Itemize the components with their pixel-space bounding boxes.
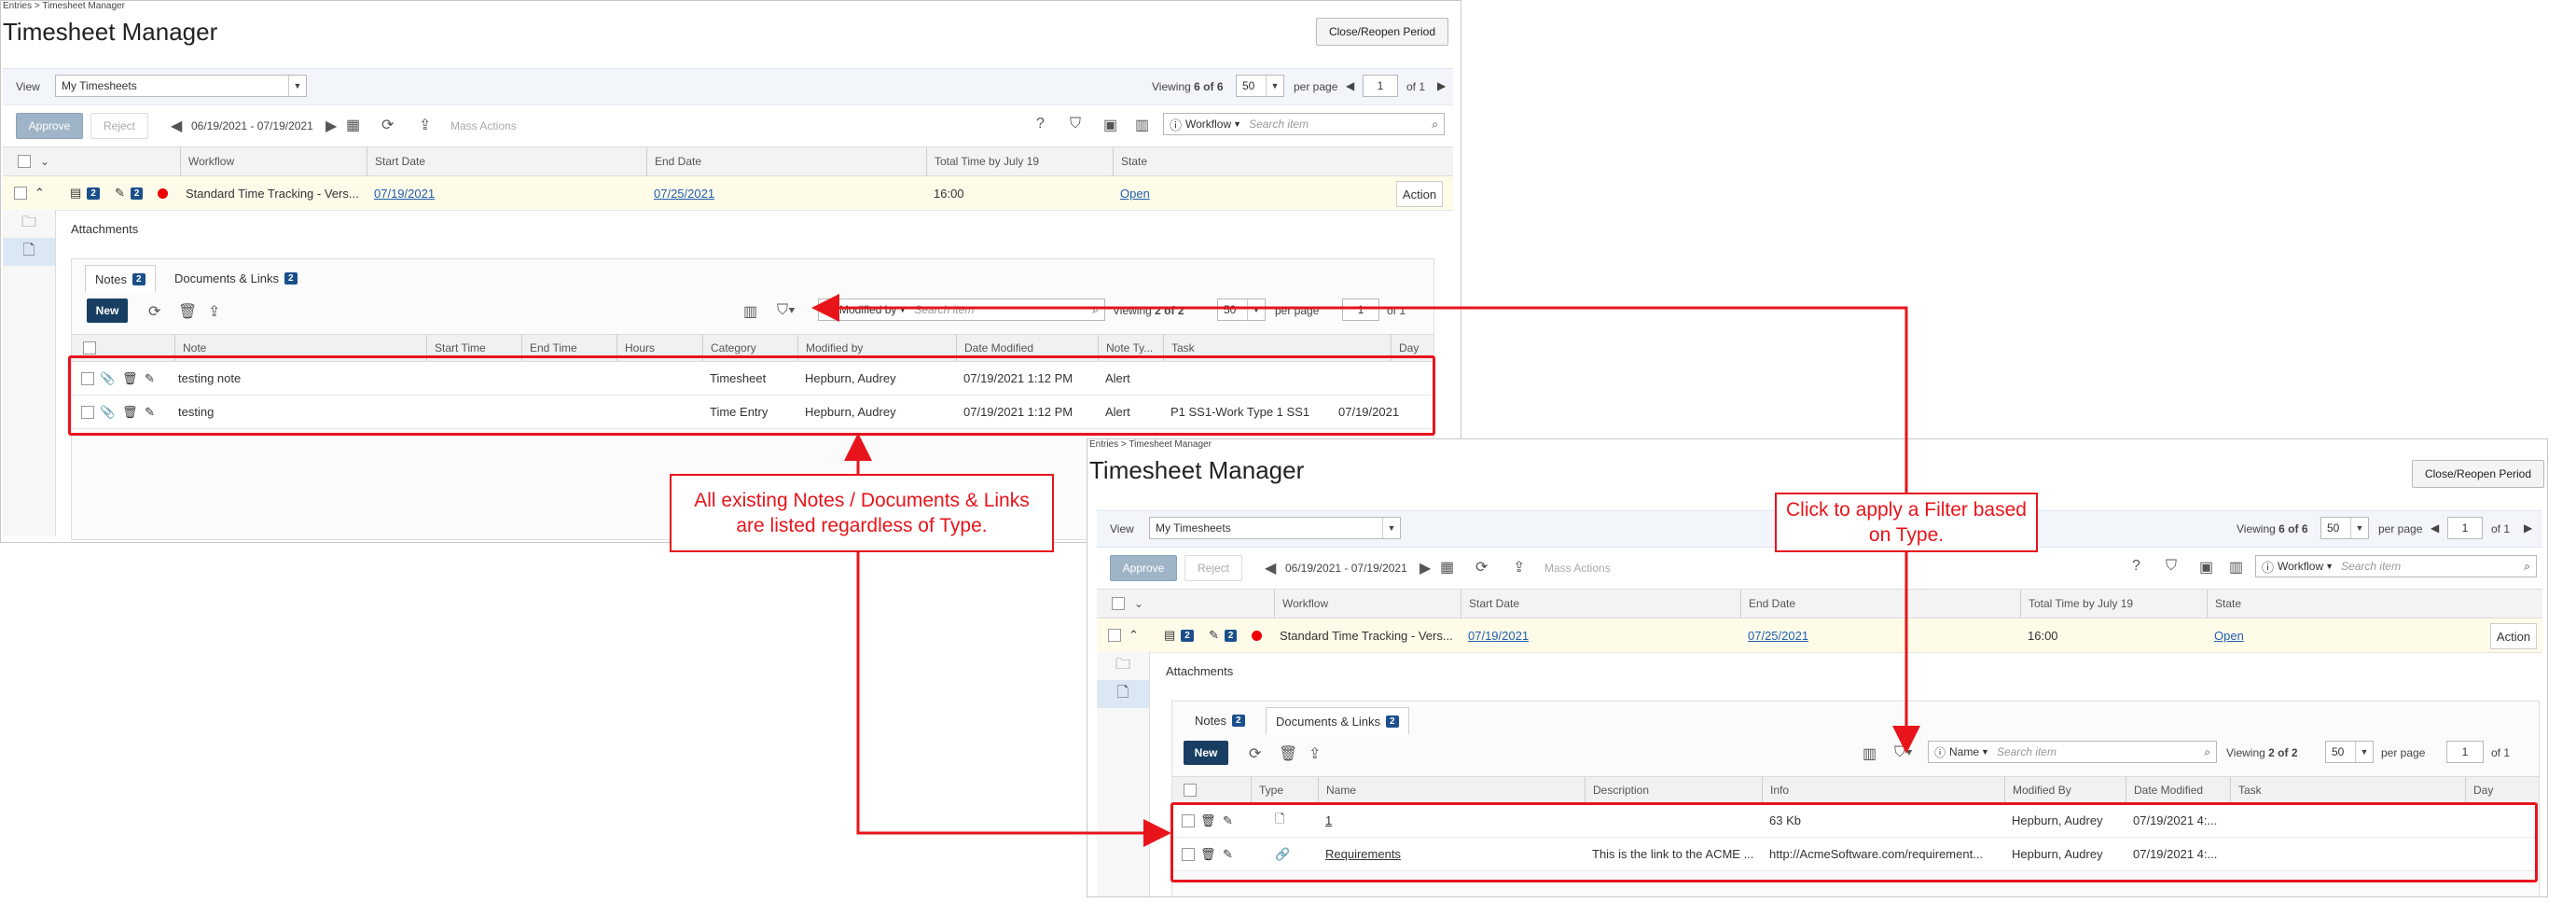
callout-filter: Click to apply a Filter based on Type. — [1775, 493, 2038, 552]
arrow-to-documents — [856, 552, 1171, 847]
arrow-to-top-filter — [811, 294, 1908, 493]
annotation-arrows — [811, 294, 1920, 847]
callout-notes: All existing Notes / Documents & Links a… — [670, 474, 1054, 552]
